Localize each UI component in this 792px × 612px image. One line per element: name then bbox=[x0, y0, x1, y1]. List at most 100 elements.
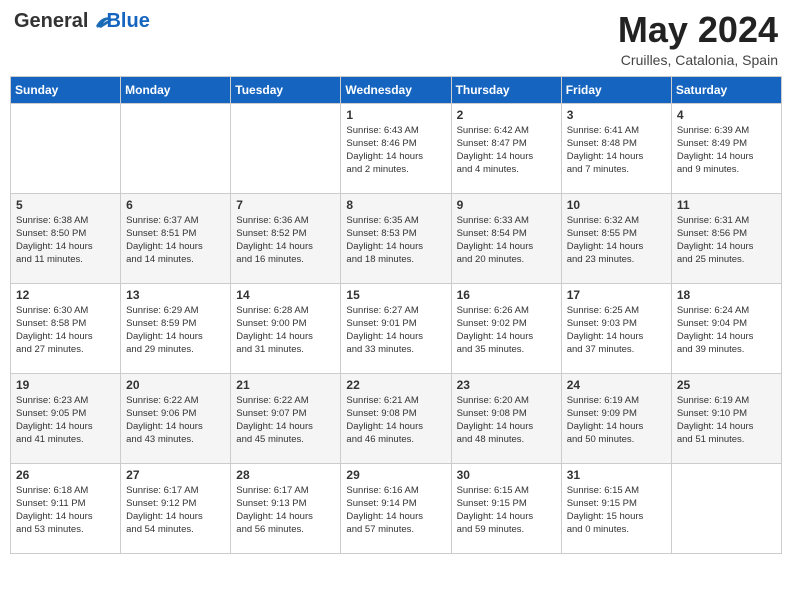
day-header-monday: Monday bbox=[121, 76, 231, 103]
day-cell bbox=[671, 463, 781, 553]
day-cell: 13 Sunrise: 6:29 AMSunset: 8:59 PMDayligh… bbox=[121, 283, 231, 373]
day-cell: 14 Sunrise: 6:28 AMSunset: 9:00 PMDayligh… bbox=[231, 283, 341, 373]
day-content: Sunrise: 6:25 AMSunset: 9:03 PMDaylight:… bbox=[567, 304, 666, 357]
day-content: Sunrise: 6:15 AMSunset: 9:15 PMDaylight:… bbox=[457, 484, 556, 537]
calendar-table: SundayMondayTuesdayWednesdayThursdayFrid… bbox=[10, 76, 782, 554]
day-cell: 31 Sunrise: 6:15 AMSunset: 9:15 PMDayligh… bbox=[561, 463, 671, 553]
day-content: Sunrise: 6:36 AMSunset: 8:52 PMDaylight:… bbox=[236, 214, 335, 267]
week-row-3: 12 Sunrise: 6:30 AMSunset: 8:58 PMDayligh… bbox=[11, 283, 782, 373]
day-header-friday: Friday bbox=[561, 76, 671, 103]
day-cell: 29Sunrise: 6:16 AMSunset: 9:14 PMDayligh… bbox=[341, 463, 451, 553]
week-row-2: 5Sunrise: 6:38 AMSunset: 8:50 PMDaylight… bbox=[11, 193, 782, 283]
day-cell: 20 Sunrise: 6:22 AMSunset: 9:06 PMDayligh… bbox=[121, 373, 231, 463]
day-cell: 2 Sunrise: 6:42 AMSunset: 8:47 PMDaylight… bbox=[451, 103, 561, 193]
day-number: 14 bbox=[236, 288, 335, 302]
day-number: 21 bbox=[236, 378, 335, 392]
day-number: 5 bbox=[16, 198, 115, 212]
day-number: 17 bbox=[567, 288, 666, 302]
day-number: 11 bbox=[677, 198, 776, 212]
day-cell: 21 Sunrise: 6:22 AMSunset: 9:07 PMDayligh… bbox=[231, 373, 341, 463]
day-cell: 1Sunrise: 6:43 AMSunset: 8:46 PMDaylight… bbox=[341, 103, 451, 193]
page-header: General Blue May 2024 Cruilles, Cataloni… bbox=[10, 10, 782, 68]
day-content: Sunrise: 6:31 AMSunset: 8:56 PMDaylight:… bbox=[677, 214, 776, 267]
day-content: Sunrise: 6:27 AMSunset: 9:01 PMDaylight:… bbox=[346, 304, 445, 357]
day-number: 13 bbox=[126, 288, 225, 302]
day-content: Sunrise: 6:33 AMSunset: 8:54 PMDaylight:… bbox=[457, 214, 556, 267]
day-cell: 7Sunrise: 6:36 AMSunset: 8:52 PMDaylight… bbox=[231, 193, 341, 283]
day-content: Sunrise: 6:22 AMSunset: 9:07 PMDaylight:… bbox=[236, 394, 335, 447]
day-content: Sunrise: 6:17 AMSunset: 9:13 PMDaylight:… bbox=[236, 484, 335, 537]
day-number: 9 bbox=[457, 198, 556, 212]
day-content: Sunrise: 6:24 AMSunset: 9:04 PMDaylight:… bbox=[677, 304, 776, 357]
day-content: Sunrise: 6:20 AMSunset: 9:08 PMDaylight:… bbox=[457, 394, 556, 447]
day-header-wednesday: Wednesday bbox=[341, 76, 451, 103]
logo-blue-text: Blue bbox=[106, 10, 149, 33]
day-content: Sunrise: 6:19 AMSunset: 9:10 PMDaylight:… bbox=[677, 394, 776, 447]
day-number: 12 bbox=[16, 288, 115, 302]
logo: General Blue bbox=[14, 10, 150, 33]
day-content: Sunrise: 6:16 AMSunset: 9:14 PMDaylight:… bbox=[346, 484, 445, 537]
day-cell: 28 Sunrise: 6:17 AMSunset: 9:13 PMDayligh… bbox=[231, 463, 341, 553]
day-cell: 24Sunrise: 6:19 AMSunset: 9:09 PMDayligh… bbox=[561, 373, 671, 463]
day-content: Sunrise: 6:35 AMSunset: 8:53 PMDaylight:… bbox=[346, 214, 445, 267]
day-number: 15 bbox=[346, 288, 445, 302]
day-cell bbox=[121, 103, 231, 193]
day-content: Sunrise: 6:32 AMSunset: 8:55 PMDaylight:… bbox=[567, 214, 666, 267]
day-cell: 11 Sunrise: 6:31 AMSunset: 8:56 PMDayligh… bbox=[671, 193, 781, 283]
day-cell bbox=[231, 103, 341, 193]
day-header-tuesday: Tuesday bbox=[231, 76, 341, 103]
day-cell: 3 Sunrise: 6:41 AMSunset: 8:48 PMDaylight… bbox=[561, 103, 671, 193]
day-cell: 12 Sunrise: 6:30 AMSunset: 8:58 PMDayligh… bbox=[11, 283, 121, 373]
day-content: Sunrise: 6:28 AMSunset: 9:00 PMDaylight:… bbox=[236, 304, 335, 357]
day-cell: 8 Sunrise: 6:35 AMSunset: 8:53 PMDaylight… bbox=[341, 193, 451, 283]
day-cell: 19 Sunrise: 6:23 AMSunset: 9:05 PMDayligh… bbox=[11, 373, 121, 463]
day-content: Sunrise: 6:30 AMSunset: 8:58 PMDaylight:… bbox=[16, 304, 115, 357]
day-header-sunday: Sunday bbox=[11, 76, 121, 103]
day-cell: 4 Sunrise: 6:39 AMSunset: 8:49 PMDaylight… bbox=[671, 103, 781, 193]
day-number: 25 bbox=[677, 378, 776, 392]
day-header-thursday: Thursday bbox=[451, 76, 561, 103]
month-title: May 2024 bbox=[618, 10, 778, 50]
day-content: Sunrise: 6:39 AMSunset: 8:49 PMDaylight:… bbox=[677, 124, 776, 177]
day-number: 31 bbox=[567, 468, 666, 482]
day-cell bbox=[11, 103, 121, 193]
day-cell: 16 Sunrise: 6:26 AMSunset: 9:02 PMDayligh… bbox=[451, 283, 561, 373]
day-cell: 30 Sunrise: 6:15 AMSunset: 9:15 PMDayligh… bbox=[451, 463, 561, 553]
title-area: May 2024 Cruilles, Catalonia, Spain bbox=[618, 10, 778, 68]
location-text: Cruilles, Catalonia, Spain bbox=[618, 52, 778, 68]
day-number: 20 bbox=[126, 378, 225, 392]
day-content: Sunrise: 6:29 AMSunset: 8:59 PMDaylight:… bbox=[126, 304, 225, 357]
day-content: Sunrise: 6:41 AMSunset: 8:48 PMDaylight:… bbox=[567, 124, 666, 177]
day-content: Sunrise: 6:17 AMSunset: 9:12 PMDaylight:… bbox=[126, 484, 225, 537]
day-number: 4 bbox=[677, 108, 776, 122]
day-number: 24 bbox=[567, 378, 666, 392]
day-number: 19 bbox=[16, 378, 115, 392]
day-cell: 6 Sunrise: 6:37 AMSunset: 8:51 PMDaylight… bbox=[121, 193, 231, 283]
day-number: 30 bbox=[457, 468, 556, 482]
day-number: 6 bbox=[126, 198, 225, 212]
day-cell: 10Sunrise: 6:32 AMSunset: 8:55 PMDayligh… bbox=[561, 193, 671, 283]
day-content: Sunrise: 6:37 AMSunset: 8:51 PMDaylight:… bbox=[126, 214, 225, 267]
day-number: 26 bbox=[16, 468, 115, 482]
logo-general-text: General bbox=[14, 10, 88, 33]
day-number: 18 bbox=[677, 288, 776, 302]
day-content: Sunrise: 6:26 AMSunset: 9:02 PMDaylight:… bbox=[457, 304, 556, 357]
day-number: 22 bbox=[346, 378, 445, 392]
day-cell: 17 Sunrise: 6:25 AMSunset: 9:03 PMDayligh… bbox=[561, 283, 671, 373]
day-number: 2 bbox=[457, 108, 556, 122]
day-cell: 23Sunrise: 6:20 AMSunset: 9:08 PMDayligh… bbox=[451, 373, 561, 463]
day-number: 8 bbox=[346, 198, 445, 212]
day-content: Sunrise: 6:22 AMSunset: 9:06 PMDaylight:… bbox=[126, 394, 225, 447]
day-content: Sunrise: 6:42 AMSunset: 8:47 PMDaylight:… bbox=[457, 124, 556, 177]
day-header-saturday: Saturday bbox=[671, 76, 781, 103]
day-content: Sunrise: 6:15 AMSunset: 9:15 PMDaylight:… bbox=[567, 484, 666, 537]
day-number: 16 bbox=[457, 288, 556, 302]
week-row-4: 19 Sunrise: 6:23 AMSunset: 9:05 PMDayligh… bbox=[11, 373, 782, 463]
day-content: Sunrise: 6:23 AMSunset: 9:05 PMDaylight:… bbox=[16, 394, 115, 447]
day-content: Sunrise: 6:18 AMSunset: 9:11 PMDaylight:… bbox=[16, 484, 115, 537]
day-number: 27 bbox=[126, 468, 225, 482]
day-number: 28 bbox=[236, 468, 335, 482]
day-number: 3 bbox=[567, 108, 666, 122]
day-number: 1 bbox=[346, 108, 445, 122]
header-row: SundayMondayTuesdayWednesdayThursdayFrid… bbox=[11, 76, 782, 103]
